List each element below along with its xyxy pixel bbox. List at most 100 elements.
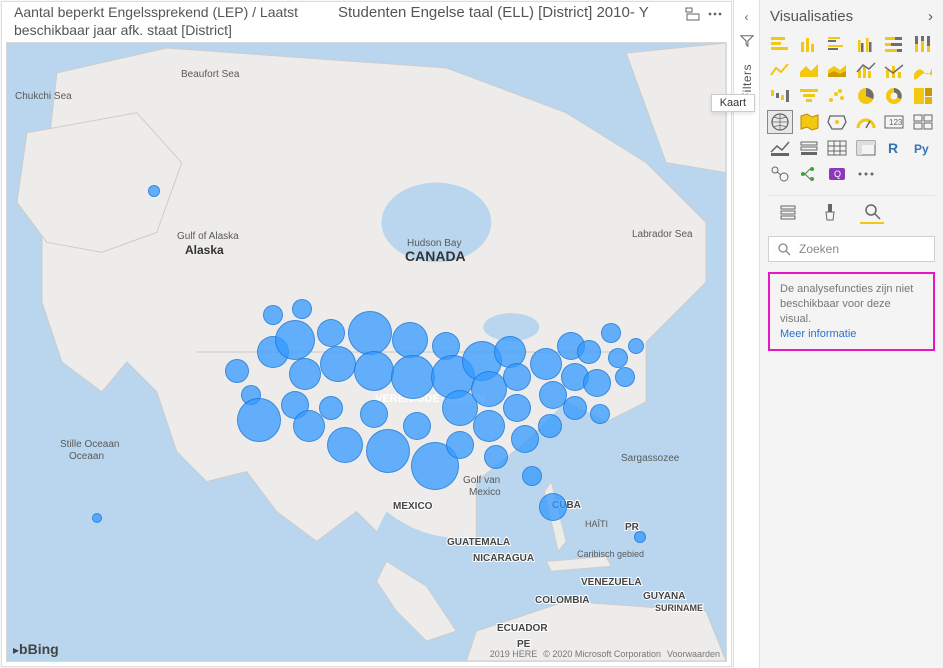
report-canvas: Aantal beperkt Engelssprekend (LEP) / La… — [1, 1, 732, 667]
map-bubble[interactable] — [538, 414, 562, 438]
map-bubble[interactable] — [539, 493, 567, 521]
filters-expand-icon[interactable]: ‹ — [745, 10, 749, 24]
map-bubble[interactable] — [503, 363, 531, 391]
map-bubble[interactable] — [320, 346, 356, 382]
matrix-icon[interactable] — [854, 137, 878, 159]
area-chart-icon[interactable] — [797, 59, 821, 81]
map-bubble[interactable] — [590, 404, 610, 424]
combo-chart-2-icon[interactable] — [882, 59, 906, 81]
map-bubble[interactable] — [275, 320, 315, 360]
clustered-column-icon[interactable] — [854, 33, 878, 55]
map-bubble[interactable] — [471, 371, 507, 407]
slicer-icon[interactable] — [797, 137, 821, 159]
map-bubble[interactable] — [263, 305, 283, 325]
map-bubble[interactable] — [92, 513, 102, 523]
svg-text:R: R — [888, 140, 898, 156]
qa-visual-icon[interactable]: Q — [825, 163, 849, 185]
visual-title-left: Aantal beperkt Engelssprekend (LEP) / La… — [14, 4, 324, 39]
kpi-icon[interactable] — [768, 137, 792, 159]
stacked-column-icon[interactable] — [797, 33, 821, 55]
map-bubble[interactable] — [511, 425, 539, 453]
treemap-icon[interactable] — [911, 85, 935, 107]
map-bubble[interactable] — [348, 311, 392, 355]
r-visual-icon[interactable]: R — [882, 137, 906, 159]
map-bubble[interactable] — [366, 429, 410, 473]
svg-text:123: 123 — [889, 118, 903, 127]
map-bubble[interactable] — [615, 367, 635, 387]
property-tabs — [768, 195, 935, 232]
decomposition-tree-icon[interactable] — [797, 163, 821, 185]
map-visual[interactable]: Chukchi Sea Beaufort Sea Gulf of Alaska … — [6, 42, 727, 662]
filled-map-icon[interactable] — [797, 111, 821, 133]
map-bubble[interactable] — [289, 358, 321, 390]
map-bubble[interactable] — [327, 427, 363, 463]
more-info-link[interactable]: Meer informatie — [780, 328, 856, 340]
svg-text:Q: Q — [834, 169, 841, 179]
format-tab[interactable] — [818, 200, 842, 224]
map-bubble[interactable] — [292, 299, 312, 319]
svg-text:Py: Py — [914, 142, 929, 156]
map-bubble[interactable] — [563, 396, 587, 420]
table-icon[interactable] — [825, 137, 849, 159]
map-bubble[interactable] — [446, 431, 474, 459]
stacked-bar-100-icon[interactable] — [882, 33, 906, 55]
map-bubble[interactable] — [628, 338, 644, 354]
analytics-unavailable-message: De analysefuncties zijn niet beschikbaar… — [768, 272, 935, 351]
clustered-bar-icon[interactable] — [825, 33, 849, 55]
donut-icon[interactable] — [882, 85, 906, 107]
map-bubble[interactable] — [225, 359, 249, 383]
search-icon — [777, 242, 791, 256]
map-bubble[interactable] — [601, 323, 621, 343]
key-influencers-icon[interactable] — [768, 163, 792, 185]
pane-collapse-icon[interactable]: › — [928, 8, 933, 25]
search-input[interactable]: Zoeken — [768, 236, 935, 262]
scatter-icon[interactable] — [825, 85, 849, 107]
ribbon-chart-icon[interactable] — [911, 59, 935, 81]
map-bubble[interactable] — [391, 355, 435, 399]
pane-title: Visualisaties — [770, 8, 853, 25]
python-visual-icon[interactable]: Py — [911, 137, 935, 159]
map-bubble[interactable] — [530, 348, 562, 380]
map-bubble[interactable] — [403, 412, 431, 440]
line-chart-icon[interactable] — [768, 59, 792, 81]
combo-chart-icon[interactable] — [854, 59, 878, 81]
map-bubble[interactable] — [608, 348, 628, 368]
gauge-icon[interactable] — [854, 111, 878, 133]
map-bubble[interactable] — [354, 351, 394, 391]
map-icon[interactable] — [768, 111, 792, 133]
map-bubble[interactable] — [577, 340, 601, 364]
map-bubble[interactable] — [237, 398, 281, 442]
funnel-icon[interactable] — [797, 85, 821, 107]
waterfall-icon[interactable] — [768, 85, 792, 107]
map-attribution: 2019 HERE © 2020 Microsoft Corporation V… — [490, 649, 720, 659]
map-bubble[interactable] — [634, 531, 646, 543]
filter-icon — [740, 34, 754, 48]
map-bubble[interactable] — [473, 410, 505, 442]
more-visuals-icon[interactable] — [854, 163, 878, 185]
more-options-icon[interactable] — [707, 6, 723, 22]
focus-mode-icon[interactable] — [685, 6, 701, 22]
map-bubble[interactable] — [392, 322, 428, 358]
shape-map-icon[interactable] — [825, 111, 849, 133]
map-bubble[interactable] — [360, 400, 388, 428]
stacked-bar-icon[interactable] — [768, 33, 792, 55]
stacked-area-icon[interactable] — [825, 59, 849, 81]
map-bubble[interactable] — [148, 185, 160, 197]
visualizations-pane: Visualisaties › 123 R — [759, 0, 943, 668]
map-bubble[interactable] — [503, 394, 531, 422]
pie-icon[interactable] — [854, 85, 878, 107]
analytics-tab[interactable] — [860, 200, 884, 224]
card-icon[interactable]: 123 — [882, 111, 906, 133]
map-bubble[interactable] — [319, 396, 343, 420]
bing-logo: ▸bBing — [13, 641, 59, 657]
visualization-gallery: 123 R Py Q — [768, 33, 935, 195]
visual-title-right: Studenten Engelse taal (ELL) [District] … — [338, 4, 649, 21]
map-bubble[interactable] — [484, 445, 508, 469]
fields-tab[interactable] — [776, 200, 800, 224]
stacked-column-100-icon[interactable] — [911, 33, 935, 55]
multi-card-icon[interactable] — [911, 111, 935, 133]
viz-tooltip: Kaart — [711, 94, 755, 112]
map-bubble[interactable] — [317, 319, 345, 347]
map-bubble[interactable] — [522, 466, 542, 486]
map-bubble[interactable] — [583, 369, 611, 397]
